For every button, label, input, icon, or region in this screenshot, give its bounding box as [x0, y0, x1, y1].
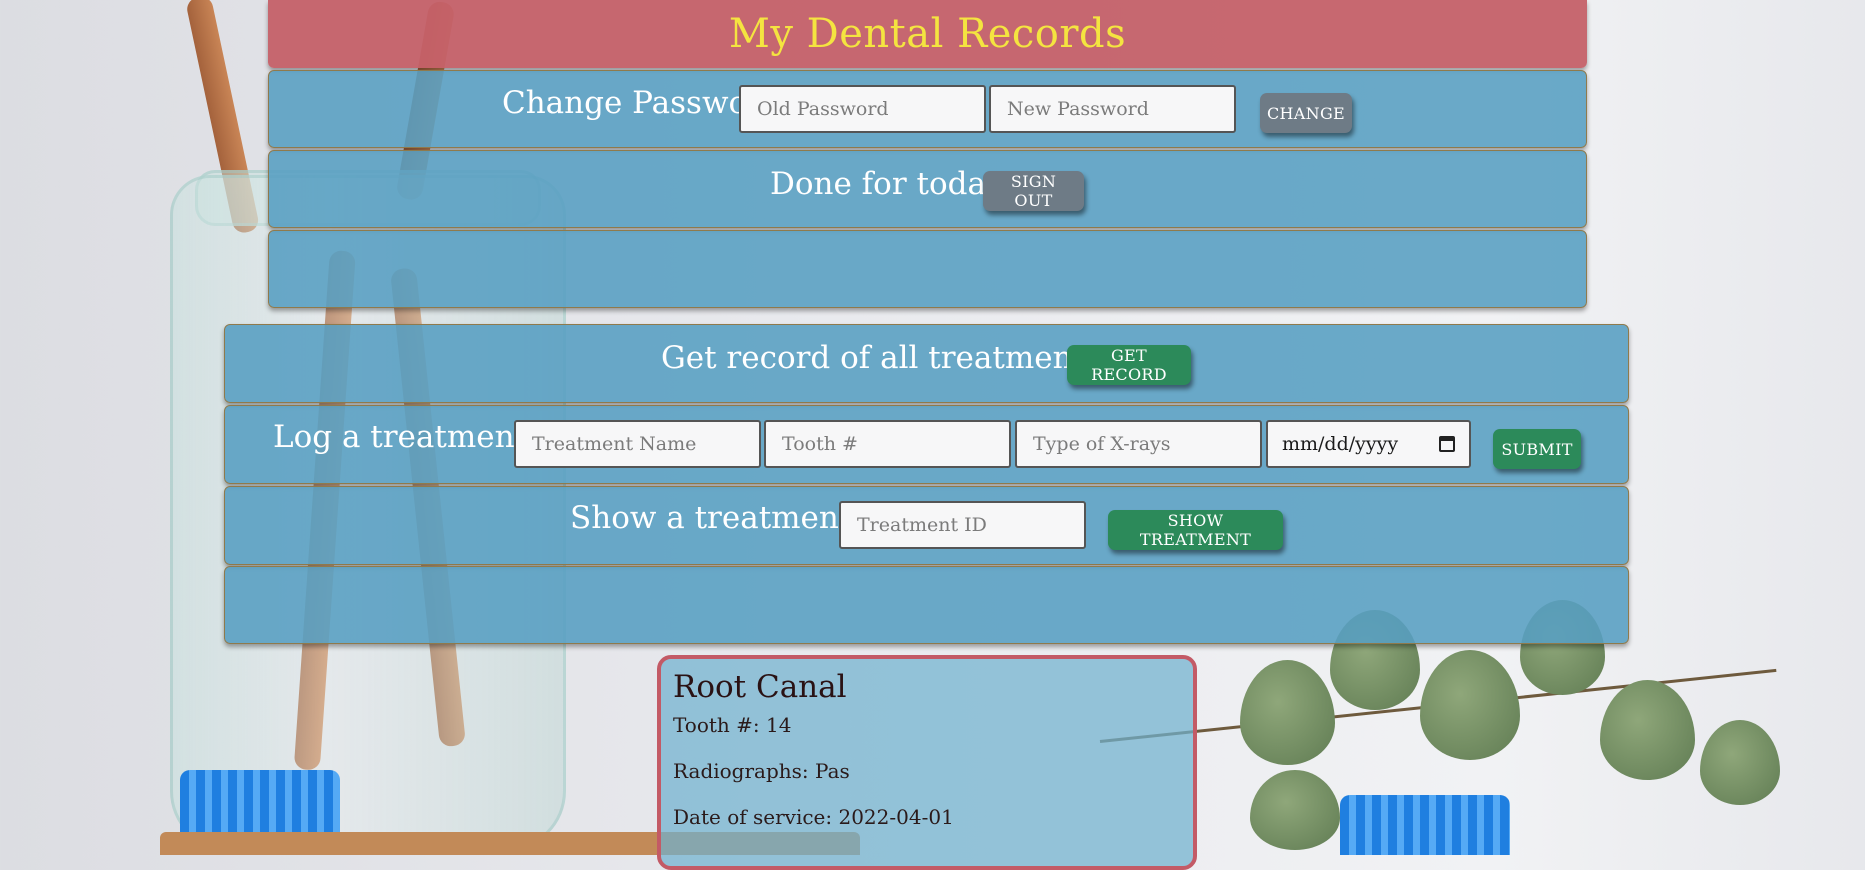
eucalyptus-leaf — [1420, 650, 1520, 760]
show-treatment-panel: Show a treatment SHOW TREATMENT — [224, 486, 1629, 565]
log-treatment-label: Log a treatment — [273, 419, 528, 455]
page-header: My Dental Records — [268, 0, 1587, 68]
radiographs-label: Radiographs: — [673, 759, 809, 783]
show-treatment-label: Show a treatment — [570, 500, 852, 536]
service-date-input[interactable]: mm/dd/yyyy — [1266, 420, 1471, 468]
change-password-button[interactable]: CHANGE — [1260, 93, 1352, 133]
calendar-icon[interactable] — [1439, 436, 1455, 452]
treatment-title: Root Canal — [673, 669, 847, 705]
change-password-panel: Change Password CHANGE — [268, 70, 1587, 148]
eucalyptus-leaf — [1250, 770, 1340, 850]
tooth-number-value: 14 — [766, 713, 792, 737]
sign-out-panel: Done for today? SIGN OUT — [268, 150, 1587, 228]
new-password-input[interactable] — [989, 85, 1236, 133]
toothbrush-bristles — [180, 770, 340, 840]
xray-type-input[interactable] — [1015, 420, 1262, 468]
log-treatment-panel: Log a treatment mm/dd/yyyy SUBMIT — [224, 405, 1629, 484]
date-placeholder: mm/dd/yyyy — [1282, 433, 1399, 455]
toothbrush-bristles — [1340, 795, 1510, 855]
eucalyptus-leaf — [1700, 720, 1780, 805]
show-treatment-button[interactable]: SHOW TREATMENT — [1108, 510, 1283, 550]
submit-treatment-button[interactable]: SUBMIT — [1493, 429, 1581, 469]
eucalyptus-leaf — [1600, 680, 1695, 780]
get-record-label: Get record of all treatments — [661, 340, 1101, 376]
date-of-service-label: Date of service: — [673, 805, 833, 829]
treatment-id-input[interactable] — [839, 501, 1086, 549]
radiographs-line: Radiographs: Pas — [673, 759, 1181, 783]
date-of-service-line: Date of service: 2022-04-01 — [673, 805, 1181, 829]
treatment-name-input[interactable] — [514, 420, 761, 468]
get-record-panel: Get record of all treatments GET RECORD — [224, 324, 1629, 403]
old-password-input[interactable] — [739, 85, 986, 133]
date-of-service-value: 2022-04-01 — [838, 805, 954, 829]
tooth-number-input[interactable] — [764, 420, 1011, 468]
page-title: My Dental Records — [728, 11, 1127, 57]
tooth-number-line: Tooth #: 14 — [673, 713, 1181, 737]
tooth-number-label: Tooth #: — [673, 713, 760, 737]
empty-panel-top — [268, 230, 1587, 308]
empty-panel-bottom — [224, 566, 1629, 644]
treatment-card: Root Canal Tooth #: 14 Radiographs: Pas … — [657, 655, 1197, 870]
radiographs-value: Pas — [815, 759, 850, 783]
get-record-button[interactable]: GET RECORD — [1067, 345, 1191, 385]
eucalyptus-leaf — [1240, 660, 1335, 765]
sign-out-button[interactable]: SIGN OUT — [983, 171, 1084, 211]
